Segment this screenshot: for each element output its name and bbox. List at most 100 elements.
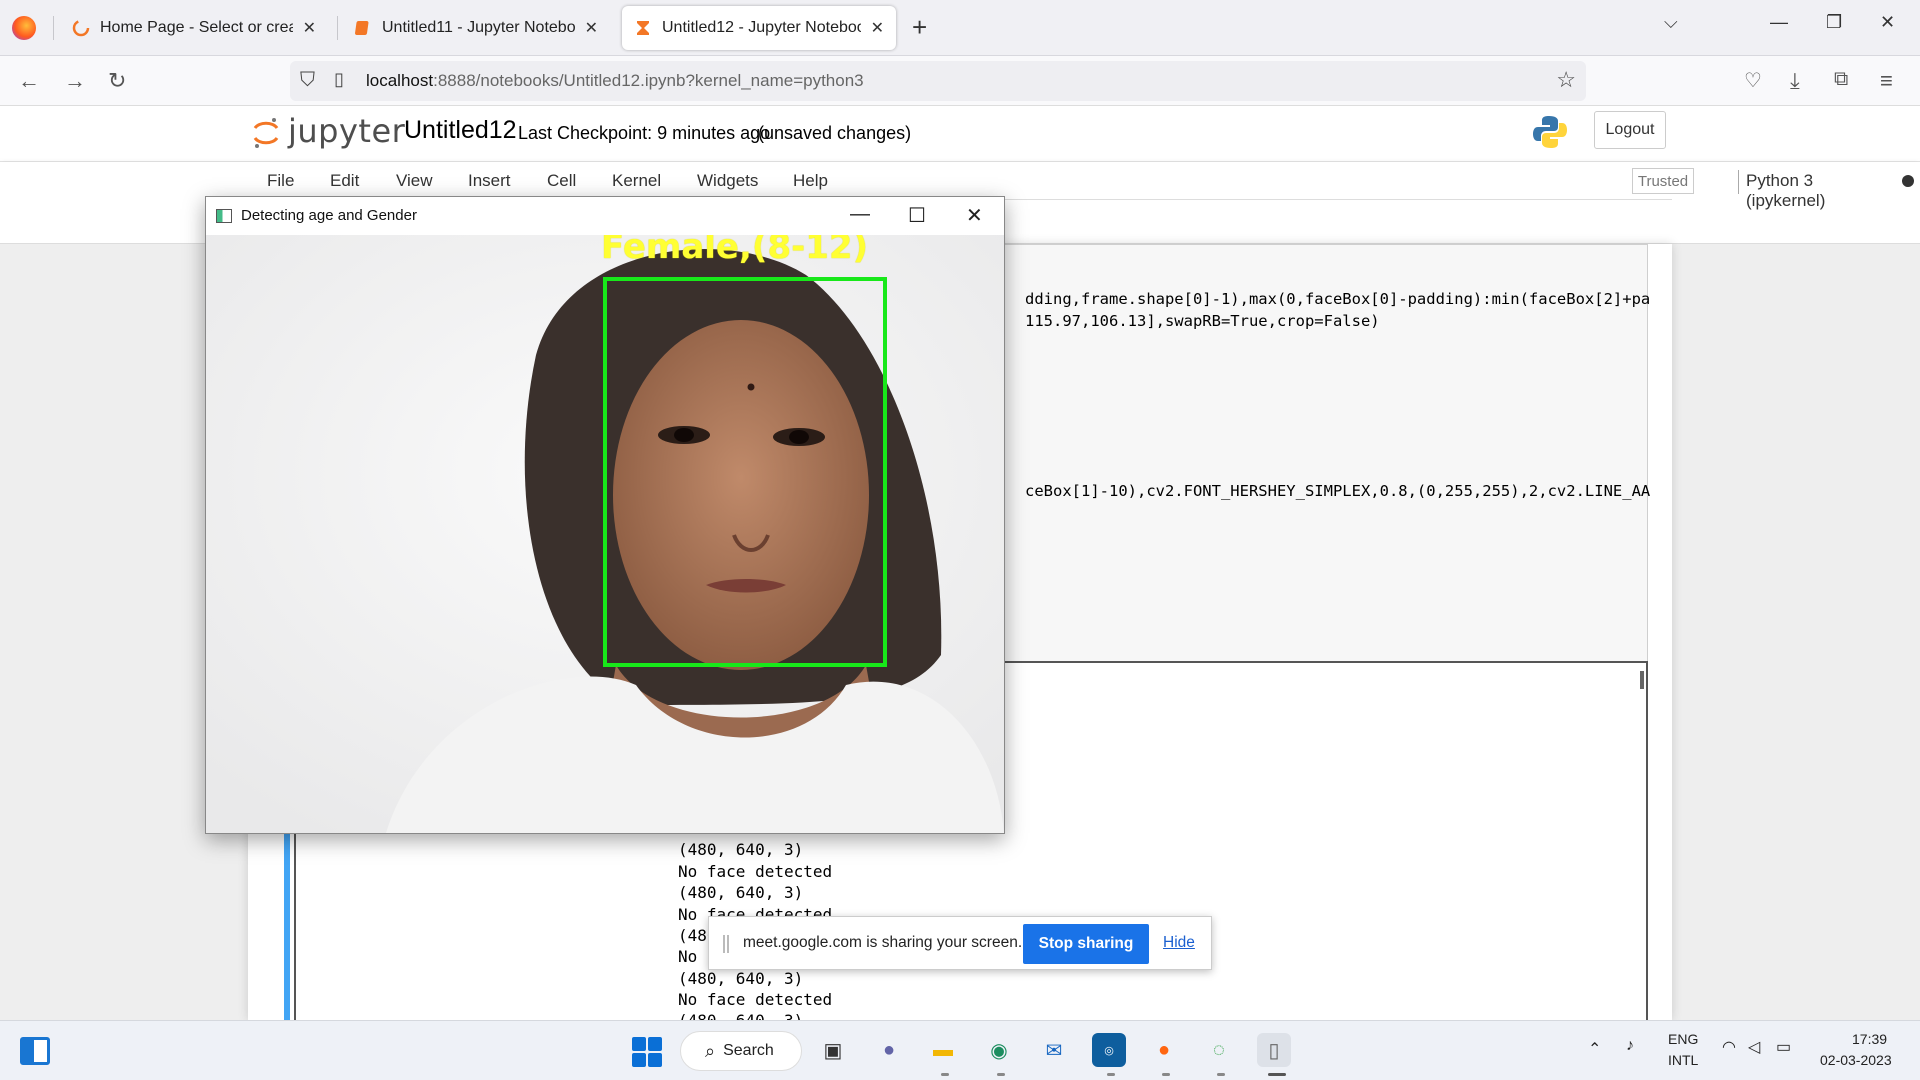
- output-scrollbar[interactable]: [1640, 671, 1644, 689]
- tab-close-icon[interactable]: ✕: [585, 18, 598, 38]
- widgets-icon[interactable]: [20, 1037, 50, 1065]
- wifi-icon[interactable]: ◠: [1722, 1037, 1736, 1057]
- jupyter-logo-icon[interactable]: [252, 116, 280, 150]
- screen-share-bar: meet.google.com is sharing your screen. …: [708, 916, 1212, 970]
- close-icon[interactable]: ✕: [1880, 12, 1895, 33]
- jupyter-logo-text[interactable]: jupyter: [288, 112, 405, 150]
- code-line: 115.97,106.13],swapRB=True,crop=False): [1025, 312, 1380, 330]
- output-line: (480, 640, 3): [678, 840, 804, 859]
- reload-icon[interactable]: ↻: [108, 68, 126, 94]
- microphone-icon[interactable]: ♪: [1626, 1037, 1634, 1055]
- tab-home-page[interactable]: Home Page - Select or create a ✕: [60, 6, 328, 50]
- firefox-icon[interactable]: [12, 16, 36, 40]
- tab-separator: [53, 16, 54, 40]
- menu-icon[interactable]: ≡: [1880, 68, 1893, 94]
- navigation-bar: ← → ↻ ⛉ ▯ localhost:8888/notebooks/Untit…: [0, 56, 1920, 106]
- minimize-icon[interactable]: —: [1770, 12, 1788, 33]
- teams-chat-icon[interactable]: ●: [872, 1033, 906, 1067]
- running-indicator: [1162, 1073, 1170, 1076]
- mail-icon[interactable]: ✉: [1037, 1033, 1071, 1067]
- trusted-badge[interactable]: Trusted: [1632, 168, 1694, 194]
- output-line: (480, 640, 3): [678, 969, 804, 988]
- url-bar[interactable]: ⛉ ▯ localhost:8888/notebooks/Untitled12.…: [290, 61, 1586, 101]
- output-line: No face detected: [678, 990, 833, 1009]
- maximize-icon[interactable]: ☐: [908, 203, 926, 228]
- loading-app-icon[interactable]: ◌: [1202, 1033, 1236, 1067]
- output-line: (480, 640, 3): [678, 883, 804, 902]
- close-icon[interactable]: ✕: [966, 203, 983, 228]
- drag-handle-icon[interactable]: [723, 935, 729, 953]
- chevron-up-icon[interactable]: ⌃: [1588, 1039, 1601, 1059]
- running-indicator: [1217, 1073, 1225, 1076]
- notebook-icon: [355, 21, 369, 35]
- clock-time[interactable]: 17:39: [1852, 1031, 1887, 1047]
- kernel-status-icon: [1902, 175, 1914, 187]
- tab-label: Home Page - Select or create a: [100, 19, 293, 36]
- volume-icon[interactable]: ◁: [1748, 1037, 1760, 1057]
- downloads-icon[interactable]: ⤓: [1790, 68, 1800, 94]
- menu-cell[interactable]: Cell: [547, 171, 576, 191]
- task-view-icon[interactable]: ▣: [816, 1033, 850, 1067]
- notebook-title[interactable]: Untitled12: [404, 116, 517, 145]
- python-logo-icon: [1533, 116, 1567, 148]
- face-bounding-box: [603, 277, 887, 667]
- app-window-icon: [216, 209, 232, 223]
- language-primary[interactable]: ENG: [1668, 1031, 1698, 1047]
- menu-edit[interactable]: Edit: [330, 171, 359, 191]
- list-all-tabs-icon[interactable]: ⌵: [1664, 12, 1678, 33]
- menu-file[interactable]: File: [267, 171, 294, 191]
- page-icon[interactable]: ▯: [334, 69, 344, 90]
- restore-icon[interactable]: ❐: [1826, 12, 1842, 33]
- tab-untitled11[interactable]: Untitled11 - Jupyter Notebook ✕: [342, 6, 610, 50]
- document-app-icon[interactable]: ▯: [1257, 1033, 1291, 1067]
- kernel-divider: [1738, 170, 1739, 194]
- menu-kernel[interactable]: Kernel: [612, 171, 661, 191]
- shield-icon[interactable]: ⛉: [300, 69, 315, 92]
- code-line: ceBox[1]-10),cv2.FONT_HERSHEY_SIMPLEX,0.…: [1025, 482, 1651, 500]
- battery-icon[interactable]: ▭: [1776, 1037, 1791, 1057]
- language-secondary[interactable]: INTL: [1668, 1052, 1698, 1068]
- menu-help[interactable]: Help: [793, 171, 828, 191]
- browser-tab-bar: Home Page - Select or create a ✕ Untitle…: [0, 0, 1920, 56]
- start-button[interactable]: [632, 1037, 662, 1067]
- forward-icon[interactable]: →: [64, 68, 86, 94]
- dell-app-icon[interactable]: ◎: [1092, 1033, 1126, 1067]
- opencv-window-title: Detecting age and Gender: [241, 207, 417, 224]
- back-icon[interactable]: ←: [18, 68, 40, 94]
- opencv-window[interactable]: Detecting age and Gender — ☐ ✕ Female,(8…: [205, 196, 1005, 834]
- clock-date[interactable]: 02-03-2023: [1820, 1052, 1892, 1068]
- url-text[interactable]: localhost:8888/notebooks/Untitled12.ipyn…: [366, 71, 864, 91]
- url-host: localhost: [366, 71, 434, 90]
- taskbar-search[interactable]: ⌕ Search: [680, 1031, 802, 1071]
- running-indicator: [941, 1073, 949, 1076]
- firefox-taskbar-icon[interactable]: ●: [1147, 1033, 1181, 1067]
- bookmark-star-icon[interactable]: ☆: [1556, 67, 1576, 93]
- tab-label: Untitled11 - Jupyter Notebook: [382, 19, 575, 36]
- output-line: No face detected: [678, 862, 833, 881]
- checkpoint-status: Last Checkpoint: 9 minutes ago: [518, 123, 771, 143]
- stop-sharing-button[interactable]: Stop sharing: [1023, 924, 1149, 964]
- hide-link[interactable]: Hide: [1163, 934, 1195, 952]
- hourglass-icon: [637, 21, 649, 35]
- tab-close-icon[interactable]: ✕: [871, 18, 884, 38]
- search-label: Search: [723, 1042, 774, 1059]
- extensions-icon[interactable]: ⧉: [1834, 68, 1848, 91]
- jupyter-header: jupyter Untitled12 Last Checkpoint: 9 mi…: [0, 106, 1920, 162]
- menu-insert[interactable]: Insert: [468, 171, 511, 191]
- logout-button[interactable]: Logout: [1594, 111, 1666, 149]
- file-explorer-icon[interactable]: ▬: [926, 1033, 960, 1067]
- new-tab-button[interactable]: +: [912, 12, 927, 43]
- share-message: meet.google.com is sharing your screen.: [743, 934, 1023, 951]
- kernel-name[interactable]: Python 3 (ipykernel): [1746, 171, 1825, 211]
- webcam-frame: Female,(8-12): [206, 235, 1004, 833]
- opencv-titlebar[interactable]: Detecting age and Gender — ☐ ✕: [206, 197, 1004, 235]
- running-indicator: [997, 1073, 1005, 1076]
- edge-browser-icon[interactable]: ◉: [982, 1033, 1016, 1067]
- running-indicator: [1107, 1073, 1115, 1076]
- tab-close-icon[interactable]: ✕: [303, 18, 316, 38]
- pocket-icon[interactable]: ♡: [1744, 68, 1762, 93]
- menu-view[interactable]: View: [396, 171, 433, 191]
- menu-widgets[interactable]: Widgets: [697, 171, 758, 191]
- minimize-icon[interactable]: —: [850, 203, 870, 226]
- tab-untitled12[interactable]: Untitled12 - Jupyter Notebook ✕: [622, 6, 896, 50]
